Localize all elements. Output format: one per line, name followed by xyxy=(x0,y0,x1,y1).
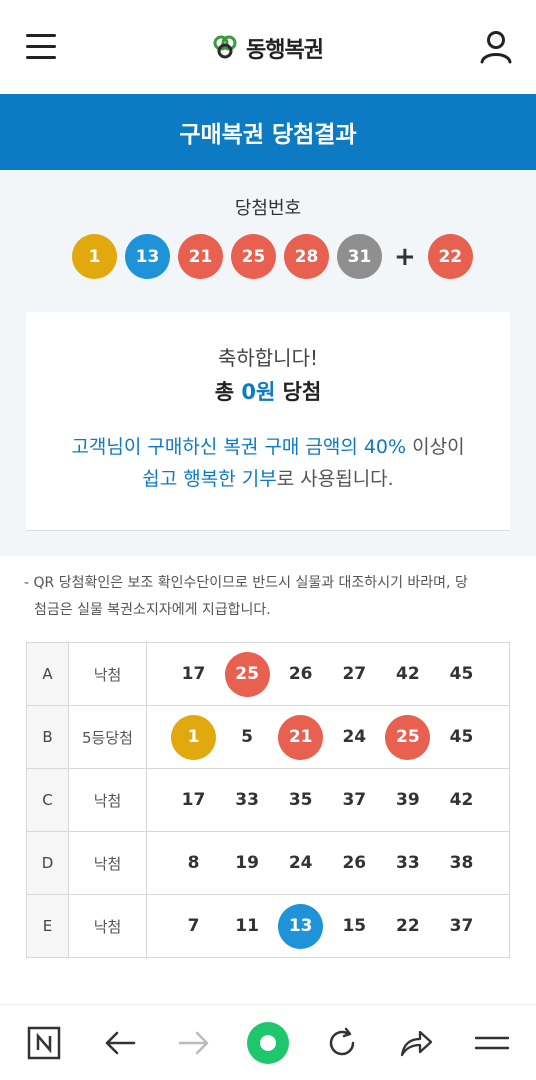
game-numbers: 1 5 21 24 25 45 xyxy=(146,705,510,769)
game-number: 7 xyxy=(187,916,200,936)
donation-text-line2: 쉽고 행복한 기부로 사용됩니다. xyxy=(26,464,510,491)
game-number: 42 xyxy=(396,664,420,684)
game-number: 33 xyxy=(235,790,259,810)
back-arrow-icon[interactable] xyxy=(102,1025,138,1061)
game-letter: C xyxy=(26,768,69,832)
game-number: 15 xyxy=(342,916,367,936)
naver-home-icon[interactable] xyxy=(26,1025,62,1061)
game-number: 5 xyxy=(241,727,254,747)
share-icon[interactable] xyxy=(398,1025,434,1061)
game-number: 22 xyxy=(396,916,420,936)
game-result: 5등당첨 xyxy=(68,705,147,769)
logo[interactable]: 동행복권 xyxy=(212,32,324,64)
matched-number-ball: 13 xyxy=(278,903,324,949)
game-numbers: 17 25 26 27 42 45 xyxy=(146,642,510,706)
game-number: 27 xyxy=(342,664,367,684)
amount-prefix: 총 xyxy=(214,380,242,404)
logo-text: 동행복권 xyxy=(246,38,324,63)
app-header: 동행복권 xyxy=(0,0,536,94)
matched-number-ball: 21 xyxy=(278,714,324,760)
page-title: 구매복권 당첨결과 xyxy=(179,122,357,148)
game-number: 37 xyxy=(449,916,474,936)
winning-ball: 28 xyxy=(284,234,329,279)
game-number: 39 xyxy=(396,790,420,810)
game-numbers: 17 33 35 37 39 42 xyxy=(146,768,510,832)
game-numbers: 7 11 13 15 22 37 xyxy=(146,894,510,958)
winning-numbers: 1 13 21 25 28 31 + 22 xyxy=(72,234,481,279)
amount-value: 0원 xyxy=(241,380,276,404)
donation-line2-highlight: 쉽고 행복한 기부 xyxy=(142,468,277,490)
game-number: 24 xyxy=(342,727,367,747)
game-number: 45 xyxy=(449,664,474,684)
game-number: 33 xyxy=(396,853,420,873)
game-letter: E xyxy=(26,894,69,958)
game-row: A 낙첨 17 25 26 27 42 45 xyxy=(26,642,510,706)
game-number: 37 xyxy=(342,790,367,810)
winning-results-section: 당첨번호 1 13 21 25 28 31 + 22 축하합니다! 총 0원 당… xyxy=(0,170,536,556)
game-result: 낙첨 xyxy=(68,642,147,706)
game-numbers: 8 19 24 26 33 38 xyxy=(146,831,510,895)
game-number: 35 xyxy=(288,790,313,810)
game-letter: A xyxy=(26,642,69,706)
page-title-banner: 구매복권 당첨결과 xyxy=(0,94,536,170)
matched-number-ball: 1 xyxy=(171,714,216,760)
game-row: C 낙첨 17 33 35 37 39 42 xyxy=(26,768,510,832)
notice-line2: 첨금은 실물 복권소지자에게 지급합니다. xyxy=(34,602,271,618)
refresh-icon[interactable] xyxy=(324,1025,360,1061)
plus-sign: + xyxy=(394,241,416,272)
winning-ball: 31 xyxy=(337,234,382,279)
game-letter: B xyxy=(26,705,69,769)
winning-ball: 13 xyxy=(125,234,170,279)
user-icon[interactable] xyxy=(478,28,514,64)
donation-line1-rest: 이상이 xyxy=(406,436,465,458)
winning-ball: 25 xyxy=(231,234,276,279)
menu-lines-icon[interactable] xyxy=(474,1025,510,1061)
game-letter: D xyxy=(26,831,69,895)
winning-ball: 1 xyxy=(72,234,117,279)
game-number: 26 xyxy=(288,664,313,684)
game-row: E 낙첨 7 11 13 15 22 37 xyxy=(26,894,510,958)
purchased-games-table: A 낙첨 17 25 26 27 42 45 B 5등당첨 1 5 21 24 25 45 C 낙첨 17 33 35 3… xyxy=(26,642,510,958)
result-card: 축하합니다! 총 0원 당첨 고객님이 구매하신 복권 구매 금액의 40% 이… xyxy=(26,312,510,531)
game-number: 19 xyxy=(235,853,259,873)
green-dot-icon[interactable] xyxy=(246,1021,290,1065)
winning-ball: 21 xyxy=(178,234,223,279)
donation-text-line1: 고객님이 구매하신 복권 구매 금액의 40% 이상이 xyxy=(26,432,510,459)
donation-line2-rest: 로 사용됩니다. xyxy=(276,468,394,490)
matched-number-ball: 25 xyxy=(385,714,431,760)
game-number: 26 xyxy=(342,853,367,873)
game-number: 24 xyxy=(288,853,313,873)
forward-arrow-icon[interactable] xyxy=(176,1025,212,1061)
game-result: 낙첨 xyxy=(68,831,147,895)
qr-notice: - QR 당첨확인은 보조 확인수단이므로 반드시 실물과 대조하시기 바라며,… xyxy=(24,570,514,624)
hamburger-menu-icon[interactable] xyxy=(26,34,56,60)
game-number: 11 xyxy=(235,916,259,936)
game-result: 낙첨 xyxy=(68,894,147,958)
game-row: D 낙첨 8 19 24 26 33 38 xyxy=(26,831,510,895)
clover-logo-icon xyxy=(213,35,237,59)
game-number: 17 xyxy=(181,790,206,810)
bonus-ball: 22 xyxy=(427,234,473,279)
notice-line1: - QR 당첨확인은 보조 확인수단이므로 반드시 실물과 대조하시기 바라며,… xyxy=(24,575,468,591)
game-number: 17 xyxy=(181,664,206,684)
donation-line1-highlight: 고객님이 구매하신 복권 구매 금액의 40% xyxy=(71,436,407,458)
game-number: 45 xyxy=(449,727,474,747)
congrats-text: 축하합니다! xyxy=(217,346,319,370)
amount-suffix: 당첨 xyxy=(275,380,322,404)
matched-number-ball: 25 xyxy=(224,651,270,697)
game-number: 38 xyxy=(449,853,474,873)
game-number: 42 xyxy=(449,790,474,810)
browser-bottom-bar xyxy=(0,1004,536,1080)
game-result: 낙첨 xyxy=(68,768,147,832)
prize-amount: 총 0원 당첨 xyxy=(26,376,510,406)
winning-numbers-title: 당첨번호 xyxy=(234,198,302,219)
game-row: B 5등당첨 1 5 21 24 25 45 xyxy=(26,705,510,769)
game-number: 8 xyxy=(187,853,200,873)
